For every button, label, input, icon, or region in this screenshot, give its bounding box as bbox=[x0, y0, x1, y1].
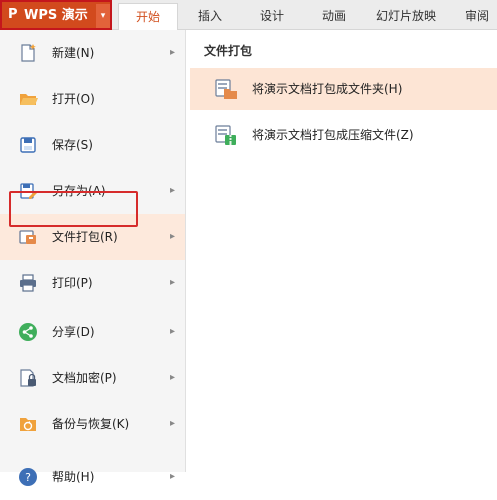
menu-item-label: 打开(O) bbox=[52, 92, 95, 106]
option-label: 将演示文档打包成压缩文件(Z) bbox=[252, 128, 414, 142]
pack-to-folder-option[interactable]: 将演示文档打包成文件夹(H) bbox=[190, 68, 497, 110]
menu-item-label: 文件打包(R) bbox=[52, 230, 118, 244]
menu-item-share[interactable]: 分享(D) ▸ bbox=[0, 309, 185, 355]
app-menu-button[interactable]: P WPS 演示 ▾ bbox=[0, 0, 112, 30]
menu-item-encrypt[interactable]: 文档加密(P) ▸ bbox=[0, 355, 185, 401]
backup-icon bbox=[20, 418, 36, 431]
pack-to-folder-icon bbox=[215, 79, 237, 99]
submenu-title: 文件打包 bbox=[204, 44, 253, 58]
chevron-right-icon: ▸ bbox=[170, 471, 176, 482]
chevron-right-icon: ▸ bbox=[170, 372, 176, 383]
menu-item-print[interactable]: 打印(P) ▸ bbox=[0, 260, 185, 306]
file-menu: 新建(N) ▸ 打开(O) 保存(S) 另存为(A) ▸ 文件打包(R) ▸ 打… bbox=[0, 30, 186, 486]
open-folder-icon bbox=[20, 94, 38, 105]
ribbon-tab-bar: P WPS 演示 ▾ 开始 插入 设计 动画 幻灯片放映 审阅 bbox=[0, 0, 497, 30]
menu-item-label: 打印(P) bbox=[52, 276, 93, 290]
menu-item-help[interactable]: ? 帮助(H) ▸ bbox=[0, 454, 185, 500]
share-icon bbox=[19, 323, 37, 341]
menu-item-label: 分享(D) bbox=[52, 325, 95, 339]
tab-design[interactable]: 设计 bbox=[242, 3, 302, 30]
help-icon: ? bbox=[19, 468, 37, 486]
chevron-right-icon: ▸ bbox=[170, 326, 176, 337]
menu-item-label: 新建(N) bbox=[52, 46, 95, 60]
pack-to-zip-icon bbox=[215, 125, 236, 145]
option-label: 将演示文档打包成文件夹(H) bbox=[252, 82, 403, 96]
menu-item-label: 保存(S) bbox=[52, 138, 93, 152]
new-file-icon bbox=[21, 44, 36, 62]
encrypt-icon bbox=[20, 369, 36, 387]
tab-review[interactable]: 审阅 bbox=[452, 3, 497, 30]
selection-highlight-box bbox=[9, 191, 138, 227]
submenu-panel: 文件打包 将演示文档打包成文件夹(H) 将演示文档打包成压缩文件(Z) bbox=[186, 30, 497, 472]
menu-item-label: 文档加密(P) bbox=[52, 371, 117, 385]
package-icon bbox=[19, 230, 36, 244]
tab-insert[interactable]: 插入 bbox=[180, 3, 240, 30]
pack-to-zip-option[interactable]: 将演示文档打包成压缩文件(Z) bbox=[190, 114, 497, 156]
chevron-right-icon: ▸ bbox=[170, 47, 176, 58]
wps-logo-icon: P bbox=[8, 7, 18, 22]
chevron-right-icon: ▸ bbox=[170, 231, 176, 242]
app-dropdown-arrow-icon[interactable]: ▾ bbox=[96, 4, 110, 28]
svg-text:?: ? bbox=[25, 471, 31, 484]
save-icon bbox=[20, 137, 36, 153]
tab-slideshow[interactable]: 幻灯片放映 bbox=[366, 3, 446, 30]
app-title: WPS 演示 bbox=[24, 8, 88, 23]
menu-item-label: 帮助(H) bbox=[52, 470, 95, 484]
menu-item-open[interactable]: 打开(O) bbox=[0, 76, 185, 122]
menu-item-label: 备份与恢复(K) bbox=[52, 417, 130, 431]
chevron-right-icon: ▸ bbox=[170, 185, 176, 196]
print-icon bbox=[20, 274, 36, 292]
menu-item-new[interactable]: 新建(N) ▸ bbox=[0, 30, 185, 76]
menu-item-save[interactable]: 保存(S) bbox=[0, 122, 185, 168]
tab-start[interactable]: 开始 bbox=[118, 3, 178, 30]
tab-animation[interactable]: 动画 bbox=[304, 3, 364, 30]
menu-item-backup[interactable]: 备份与恢复(K) ▸ bbox=[0, 401, 185, 447]
chevron-right-icon: ▸ bbox=[170, 277, 176, 288]
chevron-right-icon: ▸ bbox=[170, 418, 176, 429]
